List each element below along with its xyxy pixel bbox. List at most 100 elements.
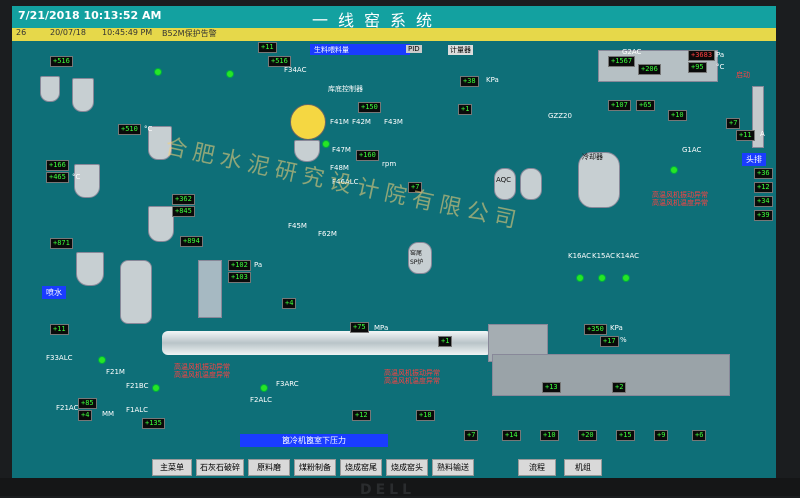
value-tp3[interactable]: +3683 bbox=[688, 50, 716, 61]
value-b2[interactable]: +4 bbox=[78, 410, 93, 421]
aqc-label: AQC bbox=[496, 176, 512, 184]
unit-c-1: °C bbox=[716, 63, 725, 71]
value-c7[interactable]: +894 bbox=[180, 236, 203, 247]
value-r1[interactable]: +107 bbox=[608, 100, 631, 111]
aqc-boiler-2 bbox=[520, 168, 542, 200]
value-pct[interactable]: +17 bbox=[600, 336, 619, 347]
status-dot bbox=[98, 356, 106, 364]
pid-label[interactable]: PID bbox=[406, 45, 422, 53]
value-r4[interactable]: +7 bbox=[726, 118, 741, 129]
unit-pa-1: Pa bbox=[716, 51, 725, 59]
status-dot bbox=[670, 166, 678, 174]
cooler-pressure-header[interactable]: 篦冷机篦室下压力 bbox=[240, 434, 388, 447]
value-c8[interactable]: +102 bbox=[228, 260, 251, 271]
value-b7[interactable]: +14 bbox=[502, 430, 521, 441]
value-b1[interactable]: +85 bbox=[78, 398, 97, 409]
f21ac-label: F21AC bbox=[56, 404, 79, 412]
value-k3[interactable]: +1 bbox=[438, 336, 453, 347]
value-tp1[interactable]: +1567 bbox=[608, 56, 636, 67]
value-c6[interactable]: +871 bbox=[50, 238, 73, 249]
value-b10[interactable]: +15 bbox=[616, 430, 635, 441]
value-k1[interactable]: +4 bbox=[282, 298, 297, 309]
value-k2[interactable]: +75 bbox=[350, 322, 369, 333]
value-b5[interactable]: +18 bbox=[416, 410, 435, 421]
startup-label[interactable]: 启动 bbox=[736, 70, 750, 80]
value-m2[interactable]: +160 bbox=[356, 150, 379, 161]
value-b8[interactable]: +10 bbox=[540, 430, 559, 441]
value-c3[interactable]: +465 bbox=[46, 172, 69, 183]
cyclone-c5 bbox=[148, 206, 174, 242]
spray-flag[interactable]: 喷水 bbox=[42, 286, 66, 299]
nav-flow[interactable]: 流程 bbox=[518, 459, 556, 476]
value-tp4[interactable]: +95 bbox=[688, 62, 707, 73]
unit-pct: % bbox=[620, 336, 627, 344]
status-dot bbox=[622, 274, 630, 282]
value-c5[interactable]: +845 bbox=[172, 206, 195, 217]
unit-mm: MM bbox=[102, 410, 115, 418]
value-b6[interactable]: +7 bbox=[464, 430, 479, 441]
value-b13[interactable]: +13 bbox=[542, 382, 561, 393]
status-dot bbox=[226, 70, 234, 78]
value-m1[interactable]: +150 bbox=[358, 102, 381, 113]
nav-coal-mill[interactable]: 煤粉制备 bbox=[294, 459, 336, 476]
nav-clinker[interactable]: 熟料输送 bbox=[432, 459, 474, 476]
value-r2[interactable]: +65 bbox=[636, 100, 655, 111]
g2ac-label: G2AC bbox=[622, 48, 642, 56]
cyclone-c1 bbox=[40, 76, 60, 102]
value-b11[interactable]: +9 bbox=[654, 430, 669, 441]
value-b3[interactable]: +135 bbox=[142, 418, 165, 429]
value-b9[interactable]: +20 bbox=[578, 430, 597, 441]
value-c9[interactable]: +103 bbox=[228, 272, 251, 283]
f33alc-label: F33ALC bbox=[46, 354, 73, 362]
cooler-temp-label: 冷却器 bbox=[582, 153, 603, 161]
value-top3[interactable]: +516 bbox=[268, 56, 291, 67]
riser-duct bbox=[198, 260, 222, 318]
value-h1[interactable]: +36 bbox=[754, 168, 773, 179]
alarm-bar[interactable]: 26 20/07/18 10:45:49 PM B52M保护告警 bbox=[12, 28, 776, 41]
counter-label[interactable]: 计量器 bbox=[448, 45, 473, 55]
f2alc-label: F2ALC bbox=[250, 396, 273, 404]
f45m-label: F45M bbox=[288, 222, 307, 230]
value-h3[interactable]: +34 bbox=[754, 196, 773, 207]
f47m-label: F47M bbox=[332, 146, 351, 154]
status-dot bbox=[598, 274, 606, 282]
value-h4[interactable]: +39 bbox=[754, 210, 773, 221]
value-c2[interactable]: +166 bbox=[46, 160, 69, 171]
value-b4[interactable]: +12 bbox=[352, 410, 371, 421]
unit-c-3: °C bbox=[72, 173, 81, 181]
alarm-date: 20/07/18 bbox=[50, 28, 86, 37]
value-b12[interactable]: +6 bbox=[692, 430, 707, 441]
gzz20-label: GZZ20 bbox=[548, 112, 572, 120]
value-m4[interactable]: +38 bbox=[460, 76, 479, 87]
value-top2[interactable]: +516 bbox=[50, 56, 73, 67]
value-c4[interactable]: +362 bbox=[172, 194, 195, 205]
value-c10[interactable]: +11 bbox=[50, 324, 69, 335]
unit-kpa-1: KPa bbox=[486, 76, 499, 84]
value-r3[interactable]: +10 bbox=[668, 110, 687, 121]
f43m-label: F43M bbox=[384, 118, 403, 126]
value-kpa[interactable]: +350 bbox=[584, 324, 607, 335]
grate-cooler bbox=[492, 354, 730, 396]
value-top1[interactable]: +11 bbox=[258, 42, 277, 53]
status-dot bbox=[152, 384, 160, 392]
unit-pa-2: Pa bbox=[254, 261, 263, 269]
value-h2[interactable]: +12 bbox=[754, 182, 773, 193]
nav-main-menu[interactable]: 主菜单 bbox=[152, 459, 192, 476]
warning-4: 高温风机温度异常 bbox=[174, 371, 230, 379]
value-b14[interactable]: +2 bbox=[612, 382, 627, 393]
status-dot bbox=[322, 140, 330, 148]
nav-units[interactable]: 机组 bbox=[564, 459, 602, 476]
g1ac-label: G1AC bbox=[682, 146, 702, 154]
f62m-label: F62M bbox=[318, 230, 337, 238]
nav-raw-mill[interactable]: 原料磨 bbox=[248, 459, 290, 476]
kiln-head-flag: 头排 bbox=[742, 153, 766, 166]
nav-kiln-tail[interactable]: 烧成窑尾 bbox=[340, 459, 382, 476]
value-r5[interactable]: +11 bbox=[736, 130, 755, 141]
nav-kiln-head[interactable]: 烧成窑头 bbox=[386, 459, 428, 476]
value-tp2[interactable]: +206 bbox=[638, 64, 661, 75]
k15ac-label: K15AC bbox=[592, 252, 616, 260]
nav-limestone[interactable]: 石灰石破碎 bbox=[196, 459, 244, 476]
value-m5[interactable]: +1 bbox=[458, 104, 473, 115]
unit-a-1: A bbox=[760, 130, 765, 138]
value-c1[interactable]: +510 bbox=[118, 124, 141, 135]
